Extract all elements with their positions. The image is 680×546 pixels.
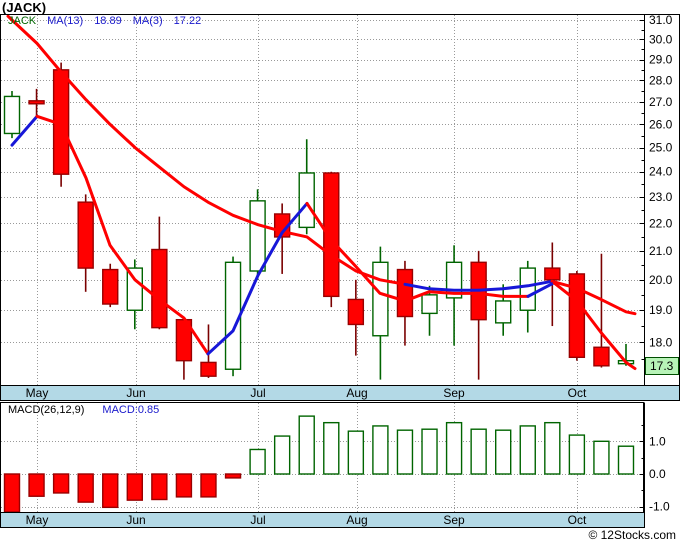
price-tick-label: 29.0 (649, 53, 673, 67)
price-tick-label: 31.0 (649, 13, 673, 27)
candle-body (77, 201, 94, 269)
legend-symbol: JACK (8, 15, 37, 27)
month-label: Jun (126, 386, 145, 400)
legend-ma3-label: MA(3) (132, 15, 163, 27)
price-tick-label: 24.0 (649, 165, 673, 179)
macd-bar (593, 440, 610, 475)
macd-bar (347, 430, 365, 475)
macd-bar (273, 435, 291, 475)
price-tick-label: 26.0 (649, 117, 673, 131)
macd-bar (126, 473, 144, 501)
candle-body (249, 200, 266, 272)
macd-bar (28, 473, 45, 497)
candle-body (421, 294, 438, 315)
candle-body (298, 172, 315, 229)
macd-bar (421, 428, 438, 475)
macd-bar (151, 473, 168, 501)
macd-formula: MACD(26,12,9) (8, 404, 85, 416)
price-legend: JACK MA(13) 18.89 MA(3) 17.22 (8, 15, 212, 27)
candle-body (151, 248, 168, 329)
price-tick-label: 30.0 (649, 32, 673, 46)
macd-bar (372, 425, 389, 475)
last-price-label: 17.3 (650, 359, 674, 373)
price-tick-label: 27.0 (649, 95, 673, 109)
macd-bar (102, 473, 119, 509)
macd-bar (445, 421, 463, 475)
macd-bar (52, 473, 70, 494)
macd-tick-label: 1.0 (649, 434, 666, 448)
month-label: Oct (568, 386, 587, 400)
macd-bar (519, 425, 536, 475)
macd-bar (224, 473, 242, 479)
candle-body (593, 346, 610, 367)
macd-bar (3, 473, 21, 513)
price-tick-label: 20.0 (649, 273, 673, 287)
price-tick-label: 23.0 (649, 190, 673, 204)
candle-body (396, 268, 414, 318)
macd-bar (495, 429, 512, 475)
candle-body (519, 267, 536, 311)
price-tick-label: 19.0 (649, 303, 673, 317)
price-tick-label: 18.0 (649, 335, 673, 349)
month-label: Aug (346, 386, 367, 400)
month-label: Aug (346, 513, 367, 527)
month-label: Jul (250, 513, 265, 527)
macd-bar (323, 421, 340, 475)
candle-body (28, 100, 45, 105)
month-label: May (26, 386, 49, 400)
legend-ma13-label: MA(13) (47, 15, 84, 27)
month-label: Sep (443, 386, 465, 400)
candle-body (200, 361, 217, 377)
ma13-line (550, 279, 637, 316)
month-label: Oct (568, 513, 587, 527)
macd-bar (298, 415, 315, 475)
candle-body (544, 267, 561, 281)
month-label: May (26, 513, 49, 527)
month-strip-macd (0, 512, 645, 528)
price-tick-label: 21.0 (649, 244, 673, 258)
candle-body (495, 300, 512, 324)
candle-body (102, 268, 119, 305)
macd-bar (175, 473, 193, 498)
macd-bar (470, 428, 487, 475)
macd-bar (544, 421, 561, 475)
stock-chart-canvas: 31.0 30.0 29.0 28.0 27.0 26.0 25.0 24.0 23.0 22.0… (0, 13, 680, 528)
macd-tick-label: 0.0 (649, 467, 666, 481)
macd-bar (249, 448, 266, 475)
macd-bar (617, 445, 635, 475)
macd-bar (568, 434, 586, 475)
macd-bar (77, 473, 94, 503)
legend-ma3-value: 17.22 (173, 15, 202, 27)
candle-body (347, 298, 365, 326)
macd-value: MACD:0.85 (102, 404, 160, 416)
month-label: Jun (126, 513, 145, 527)
macd-bar (200, 473, 217, 498)
footer-credit: © 12Stocks.com (588, 528, 676, 542)
price-tick-label: 25.0 (649, 141, 673, 155)
candle-body (3, 95, 21, 135)
macd-bar (396, 429, 414, 475)
candle-body (372, 261, 389, 337)
price-tick-label: 22.0 (649, 216, 673, 230)
macd-tick-label: -1.0 (649, 500, 670, 514)
month-label: Jul (250, 386, 265, 400)
legend-ma13-value: 18.89 (94, 15, 122, 27)
price-tick-label: 28.0 (649, 73, 673, 87)
month-label: Sep (443, 513, 465, 527)
macd-legend: MACD(26,12,9) MACD:0.85 (8, 404, 177, 416)
